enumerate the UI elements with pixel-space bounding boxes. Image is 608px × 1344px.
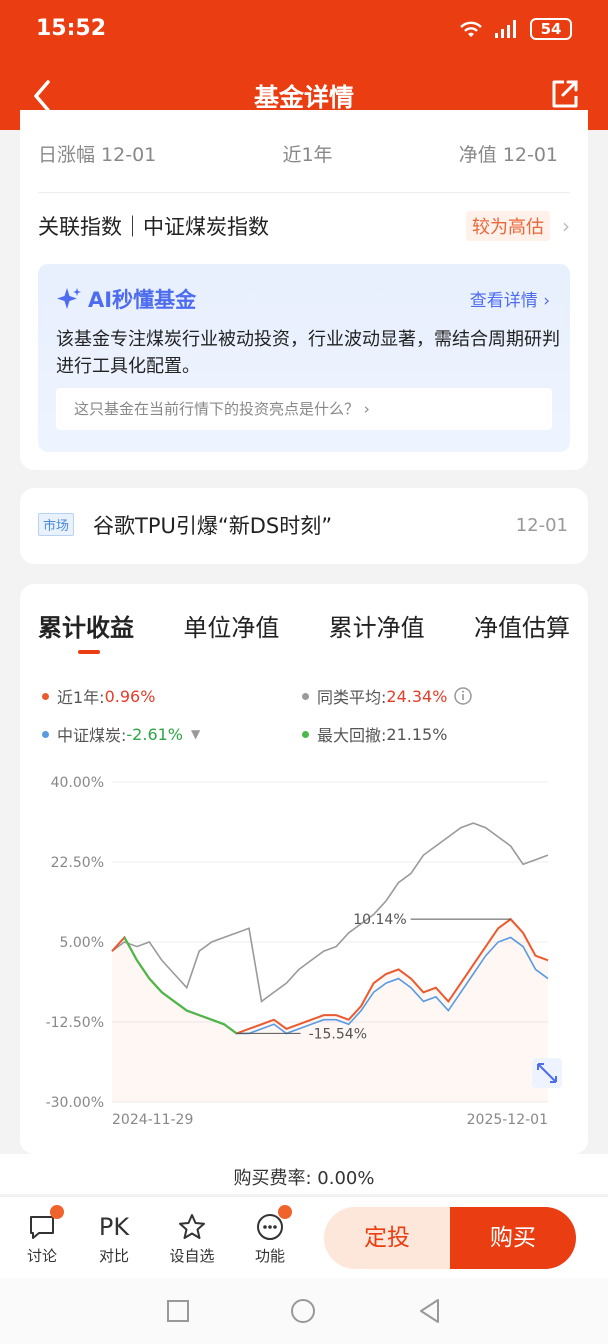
status-time: 15:52 [36, 16, 107, 41]
ai-question-button[interactable]: 这只基金在当前行情下的投资亮点是什么？ › [56, 388, 552, 430]
daily-change-label: 日涨幅 12-01 [38, 144, 157, 166]
news-title: 谷歌TPU引爆“新DS时刻” [93, 514, 333, 538]
valuation-badge: 较为高估 [466, 211, 550, 241]
battery-icon: 54 [530, 18, 572, 40]
notification-dot [278, 1205, 292, 1219]
series-area-fund [112, 919, 548, 1102]
return-chart[interactable]: 40.00% 22.50% 5.00% -12.50% -30.00% 2024-11-2… [20, 754, 588, 1134]
legend-fund-label: 近1年: [57, 688, 105, 707]
legend-row-2: 中证煤炭: -2.61% ▼ 最大回撤: 21.15% [42, 722, 568, 746]
ai-title: AI秒懂基金 [56, 284, 196, 314]
ai-more-link[interactable]: 查看详情 › [470, 286, 550, 311]
legend-index[interactable]: 中证煤炭: -2.61% ▼ [42, 722, 302, 746]
y-tick-label: 22.50% [51, 855, 104, 871]
related-index-label: 关联指数｜中证煤炭指数 [38, 215, 269, 239]
y-tick-label: -12.50% [46, 1015, 104, 1031]
signal-icon [495, 20, 516, 38]
legend-index-label: 中证煤炭: [57, 726, 127, 745]
legend-peer-value: 24.34% [386, 686, 448, 706]
notification-dot [50, 1205, 64, 1219]
chart-tabs: 累计收益 单位净值 累计净值 净值估算 [38, 608, 570, 643]
y-tick-label: -30.00% [46, 1095, 104, 1111]
caret-down-icon: ▼ [191, 727, 201, 741]
legend-dot [302, 730, 309, 738]
recent-apps-icon[interactable] [166, 1299, 190, 1323]
legend-peer-label: 同类平均: [317, 688, 387, 707]
fund-summary-card: 日涨幅 12-01 近1年 净值 12-01 关联指数｜中证煤炭指数 较为高估 … [20, 110, 588, 470]
expand-icon[interactable] [532, 1058, 562, 1088]
x-tick-label: 2024-11-29 [112, 1112, 193, 1128]
legend-fund: 近1年: 0.96% [42, 684, 302, 708]
legend-dot [42, 730, 49, 738]
add-watchlist-button[interactable]: 设自选 [162, 1209, 222, 1266]
nav-label: 净值 12-01 [458, 144, 558, 166]
discuss-label: 讨论 [26, 1247, 57, 1265]
tab-indicator [78, 650, 100, 654]
sip-button[interactable]: 定投 [324, 1207, 450, 1269]
y-tick-label: 5.00% [60, 935, 104, 951]
tab-cumulative-return[interactable]: 累计收益 [38, 608, 134, 643]
wifi-icon [460, 21, 482, 37]
legend-drawdown-value: 21.15% [386, 724, 448, 744]
back-nav-icon[interactable] [418, 1298, 442, 1324]
news-tag: 市场 [38, 513, 75, 536]
more-button[interactable]: 功能 [240, 1205, 300, 1266]
news-card[interactable]: 市场 谷歌TPU引爆“新DS时刻” 12-01 [20, 488, 588, 564]
divider [38, 192, 570, 193]
legend-dot [302, 692, 309, 700]
status-icons: 54 [458, 18, 572, 40]
ai-summary-box: AI秒懂基金 查看详情 › 该基金专注煤炭行业被动投资，行业波动显著，需结合周期… [38, 264, 570, 452]
watch-label: 设自选 [169, 1247, 215, 1265]
discuss-button[interactable]: 讨论 [12, 1205, 72, 1266]
star-icon [162, 1209, 222, 1245]
y-tick-label: 40.00% [51, 775, 104, 791]
legend-dot [42, 692, 49, 700]
legend-index-value: -2.61% [126, 724, 184, 744]
pk-button[interactable]: PK 对比 [84, 1209, 144, 1266]
period-return-label: 近1年 [282, 144, 333, 166]
tab-nav-estimate[interactable]: 净值估算 [474, 608, 570, 643]
ai-body-text: 该基金专注煤炭行业被动投资，行业波动显著，需结合周期研判进行工具化配置。 [56, 329, 560, 377]
legend-fund-value: 0.96% [104, 686, 156, 706]
info-icon[interactable] [453, 686, 473, 706]
ai-title-text: AI秒懂基金 [88, 288, 197, 312]
legend-peer: 同类平均: 24.34% [302, 684, 562, 708]
annotation-label: -15.54% [309, 1026, 367, 1042]
related-index-row[interactable]: 关联指数｜中证煤炭指数 较为高估 › [38, 210, 570, 242]
ai-more-text: 查看详情 [469, 291, 538, 311]
purchase-fee: 购买费率: 0.00% [0, 1154, 608, 1194]
sparkle-icon [57, 288, 81, 309]
ai-question-text: 这只基金在当前行情下的投资亮点是什么？ [74, 400, 360, 418]
tab-accumulated-nav[interactable]: 累计净值 [329, 608, 425, 643]
annotation-label: 10.14% [353, 912, 406, 928]
tab-unit-nav[interactable]: 单位净值 [183, 608, 279, 643]
legend-drawdown-label: 最大回撤: [317, 726, 387, 745]
page-title: 基金详情 [253, 83, 354, 112]
pk-icon: PK [98, 1213, 130, 1241]
more-label: 功能 [254, 1247, 285, 1265]
news-date: 12-01 [515, 515, 568, 536]
system-nav-bar [0, 1278, 608, 1344]
bottom-action-bar: 讨论 PK 对比 设自选 功能 定投 购买 [0, 1196, 608, 1278]
share-icon[interactable] [550, 78, 580, 110]
chevron-right-icon: › [562, 214, 570, 238]
legend-row-1: 近1年: 0.96% 同类平均: 24.34% [42, 684, 568, 708]
x-tick-label: 2025-12-01 [467, 1112, 548, 1128]
stats-row: 日涨幅 12-01 近1年 净值 12-01 [38, 140, 558, 167]
legend-drawdown: 最大回撤: 21.15% [302, 722, 562, 746]
home-icon[interactable] [290, 1298, 316, 1324]
buy-button[interactable]: 购买 [450, 1207, 576, 1269]
pk-label: 对比 [98, 1247, 129, 1265]
